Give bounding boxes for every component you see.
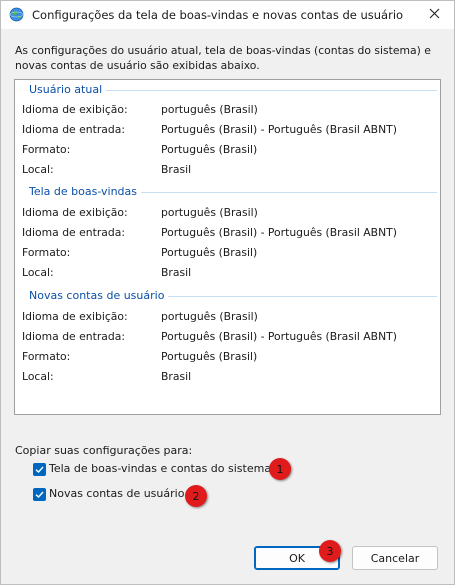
setting-value: Português (Brasil) xyxy=(161,350,258,363)
copy-settings-label: Copiar suas configurações para: xyxy=(15,444,193,457)
setting-row: Idioma de entrada: Português (Brasil) - … xyxy=(22,330,437,346)
setting-label: Formato: xyxy=(22,350,71,363)
section-title: Novas contas de usuário xyxy=(29,289,169,302)
setting-value: Português (Brasil) xyxy=(161,143,258,156)
setting-row: Local: Brasil xyxy=(22,370,437,386)
title-bar: Configurações da tela de boas-vindas e n… xyxy=(1,1,454,29)
setting-label: Local: xyxy=(22,163,54,176)
setting-value: Brasil xyxy=(161,370,192,383)
setting-label: Local: xyxy=(22,266,54,279)
setting-label: Idioma de exibição: xyxy=(22,103,128,116)
section-title: Usuário atual xyxy=(29,83,107,96)
step-badge-3: 3 xyxy=(319,540,341,562)
setting-row: Idioma de exibição: português (Brasil) xyxy=(22,310,437,326)
setting-value: Português (Brasil) - Português (Brasil A… xyxy=(161,330,397,343)
intro-text: As configurações do usuário atual, tela … xyxy=(15,44,431,72)
checkbox-checked-icon[interactable] xyxy=(33,488,46,501)
setting-row: Formato: Português (Brasil) xyxy=(22,246,437,262)
setting-value: Brasil xyxy=(161,163,192,176)
globe-settings-icon xyxy=(9,7,24,22)
setting-label: Formato: xyxy=(22,143,71,156)
checkbox-checked-icon[interactable] xyxy=(33,463,46,476)
setting-value: Brasil xyxy=(161,266,192,279)
dialog-window: Configurações da tela de boas-vindas e n… xyxy=(0,0,455,585)
setting-value: Português (Brasil) - Português (Brasil A… xyxy=(161,123,397,136)
section-title: Tela de boas-vindas xyxy=(29,185,142,198)
setting-label: Local: xyxy=(22,370,54,383)
settings-panel: Usuário atual Idioma de exibição: portug… xyxy=(14,79,441,415)
setting-value: português (Brasil) xyxy=(161,206,258,219)
setting-row: Idioma de exibição: português (Brasil) xyxy=(22,103,437,119)
setting-row: Idioma de exibição: português (Brasil) xyxy=(22,206,437,222)
setting-label: Idioma de entrada: xyxy=(22,330,126,343)
setting-row: Local: Brasil xyxy=(22,266,437,282)
setting-label: Idioma de exibição: xyxy=(22,310,128,323)
setting-value: Português (Brasil) - Português (Brasil A… xyxy=(161,226,397,239)
setting-value: Português (Brasil) xyxy=(161,246,258,259)
cancel-button[interactable]: Cancelar xyxy=(352,546,438,570)
setting-value: português (Brasil) xyxy=(161,310,258,323)
section-header-new-accounts: Novas contas de usuário xyxy=(29,289,437,303)
setting-label: Idioma de entrada: xyxy=(22,123,126,136)
checkbox-label[interactable]: Novas contas de usuário xyxy=(49,487,184,500)
setting-row: Idioma de entrada: Português (Brasil) - … xyxy=(22,123,437,139)
section-header-current-user: Usuário atual xyxy=(29,83,437,97)
setting-row: Local: Brasil xyxy=(22,163,437,179)
setting-row: Formato: Português (Brasil) xyxy=(22,143,437,159)
checkbox-label[interactable]: Tela de boas-vindas e contas do sistema xyxy=(49,462,271,475)
step-badge-1: 1 xyxy=(269,458,291,480)
setting-label: Idioma de exibição: xyxy=(22,206,128,219)
setting-row: Idioma de entrada: Português (Brasil) - … xyxy=(22,226,437,242)
step-badge-2: 2 xyxy=(185,485,207,507)
setting-label: Idioma de entrada: xyxy=(22,226,126,239)
close-button[interactable] xyxy=(414,1,454,29)
window-title: Configurações da tela de boas-vindas e n… xyxy=(32,8,404,22)
setting-label: Formato: xyxy=(22,246,71,259)
setting-value: português (Brasil) xyxy=(161,103,258,116)
section-header-welcome-screen: Tela de boas-vindas xyxy=(29,185,437,199)
close-icon xyxy=(429,8,440,22)
setting-row: Formato: Português (Brasil) xyxy=(22,350,437,366)
